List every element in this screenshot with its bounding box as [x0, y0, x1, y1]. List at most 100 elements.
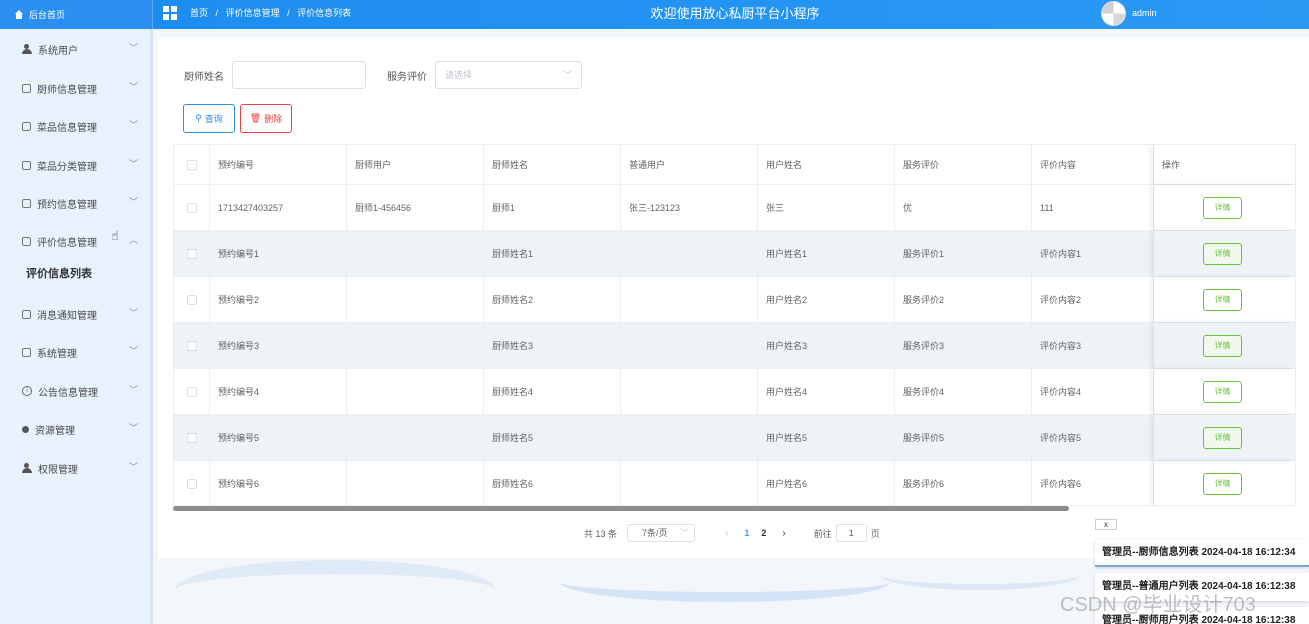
sidebar-item-system-management[interactable]: 系统管理 ﹀ — [0, 333, 150, 371]
table-cell: 预约编号6 — [210, 461, 347, 505]
chevron-down-icon: ﹀ — [128, 159, 138, 170]
dot-icon — [22, 425, 29, 433]
rating-select[interactable]: 请选择 ﹀ — [435, 61, 582, 89]
chevron-down-icon: ﹀ — [128, 423, 138, 434]
row-checkbox[interactable] — [186, 340, 197, 351]
row-checkbox[interactable] — [186, 478, 197, 489]
chevron-down-icon: ﹀ — [128, 462, 138, 473]
username[interactable]: admin — [1132, 0, 1157, 27]
row-checkbox[interactable] — [186, 386, 197, 397]
home-link[interactable]: 后台首页 — [0, 0, 153, 29]
table-cell — [621, 461, 758, 505]
table-cell: 用户姓名3 — [758, 323, 895, 368]
sidebar-item-chef-info[interactable]: 厨师信息管理 ﹀ — [0, 69, 150, 107]
select-all-checkbox[interactable] — [186, 159, 197, 170]
brand-label: 后台首页 — [29, 10, 66, 20]
sidebar-item-dish-info[interactable]: 菜品信息管理 ﹀ — [0, 107, 150, 145]
page-number[interactable]: 2 — [761, 528, 766, 538]
row-checkbox[interactable] — [186, 294, 197, 305]
sidebar-item-message-notice[interactable]: 消息通知管理 ﹀ — [0, 295, 150, 333]
sidebar-item-review-info[interactable]: 评价信息管理 ︿ — [0, 222, 150, 260]
row-checkbox-cell — [174, 323, 210, 368]
notification-item[interactable]: 管理员--厨师信息列表 2024-04-18 16:12:34 — [1095, 539, 1309, 567]
breadcrumb-review-management[interactable]: 评价信息管理 — [226, 8, 280, 18]
mouse-cursor-icon: ☝ — [111, 228, 119, 243]
row-checkbox[interactable] — [186, 248, 197, 259]
chevron-down-icon: ﹀ — [128, 82, 138, 93]
search-form: 厨师姓名 服务评价 请选择 ﹀ — [184, 61, 582, 89]
breadcrumb-separator: / — [287, 8, 290, 18]
sidebar-item-resources[interactable]: 资源管理 ﹀ — [0, 410, 150, 448]
query-button-label: 查询 — [204, 114, 223, 124]
sidebar: 系统用户 ﹀ 厨师信息管理 ﹀ 菜品信息管理 ﹀ 菜品分类管理 ﹀ 预约信息管理… — [0, 29, 153, 624]
table-cell: 用户姓名5 — [758, 415, 895, 460]
row-checkbox[interactable] — [186, 202, 197, 213]
detail-button[interactable]: 详情 — [1203, 196, 1242, 219]
detail-button[interactable]: 详情 — [1203, 242, 1242, 265]
column-header: 用户姓名 — [758, 145, 895, 184]
sidebar-item-permissions[interactable]: 权限管理 ﹀ — [0, 449, 150, 487]
query-button[interactable]: ⚲ 查询 — [183, 104, 235, 133]
detail-button[interactable]: 详情 — [1203, 334, 1242, 357]
table-cell: 厨师姓名1 — [484, 231, 621, 276]
table-row: 预约编号4 厨师姓名4 用户姓名4 服务评价4 评价内容4 详情 — [174, 369, 1295, 415]
goto-page-input[interactable]: 1 — [835, 524, 867, 542]
detail-button[interactable]: 详情 — [1203, 426, 1242, 449]
home-icon — [14, 10, 24, 19]
table-cell — [347, 231, 484, 276]
next-page-icon[interactable]: › — [782, 528, 785, 539]
table-cell: 厨师姓名5 — [484, 415, 621, 460]
table-cell: 优 — [895, 185, 1032, 230]
sidebar-item-system-users[interactable]: 系统用户 ﹀ — [0, 30, 150, 68]
prev-page-icon[interactable]: ‹ — [725, 528, 728, 539]
horizontal-scrollbar[interactable] — [173, 506, 1069, 511]
select-all-checkbox-cell — [174, 145, 210, 184]
breadcrumb-review-list: 评价信息列表 — [297, 8, 352, 18]
notification-close-button[interactable]: x — [1095, 519, 1117, 530]
sidebar-item-label: 菜品分类管理 — [37, 161, 97, 173]
page-number[interactable]: 1 — [744, 528, 749, 538]
table-cell: 服务评价3 — [895, 323, 1032, 368]
notification-text: 管理员--厨师信息列表 2024-04-18 16:12:34 — [1102, 547, 1296, 558]
sidebar-item-label: 公告信息管理 — [38, 387, 98, 399]
table-cell: 张三 — [758, 185, 895, 230]
table-cell: 评价内容5 — [1032, 415, 1154, 460]
chevron-down-icon: ﹀ — [128, 120, 138, 131]
detail-button[interactable]: 详情 — [1203, 288, 1242, 311]
page-size-select[interactable]: 7条/页 ﹀ — [627, 524, 696, 542]
delete-button[interactable]: 🗑 删除 — [240, 104, 292, 133]
info-icon: i — [22, 386, 32, 396]
table-cell: 用户姓名4 — [758, 369, 895, 414]
table-cell: 服务评价1 — [895, 231, 1032, 276]
table-cell — [621, 323, 758, 368]
row-checkbox-cell — [174, 185, 210, 230]
action-cell: 详情 — [1154, 231, 1295, 276]
table-cell: 张三-123123 — [621, 185, 758, 230]
column-header: 厨师姓名 — [484, 145, 621, 184]
row-checkbox-cell — [174, 369, 210, 414]
detail-button[interactable]: 详情 — [1203, 380, 1242, 403]
menu-grid-icon[interactable] — [163, 6, 177, 20]
table-row: 预约编号3 厨师姓名3 用户姓名3 服务评价3 评价内容3 详情 — [174, 323, 1295, 369]
table-cell: 服务评价5 — [895, 415, 1032, 460]
column-header: 厨师用户 — [347, 145, 484, 184]
row-checkbox[interactable] — [186, 432, 197, 443]
image-icon — [22, 347, 31, 357]
notification-underline — [1095, 565, 1309, 567]
sidebar-item-label: 消息通知管理 — [37, 310, 97, 322]
sidebar-subitem-review-list[interactable]: 评价信息列表 — [0, 259, 150, 289]
chef-name-input[interactable] — [232, 61, 366, 89]
row-checkbox-cell — [174, 277, 210, 322]
detail-button[interactable]: 详情 — [1203, 472, 1242, 495]
breadcrumb-home[interactable]: 首页 — [190, 8, 208, 18]
table-cell: 厨师1-456456 — [347, 185, 484, 230]
watermark: CSDN @毕业设计703 — [1060, 594, 1256, 616]
sidebar-item-booking-info[interactable]: 预约信息管理 ﹀ — [0, 184, 150, 222]
sidebar-item-announcement[interactable]: i 公告信息管理 ﹀ — [0, 372, 150, 410]
table-cell — [347, 461, 484, 505]
user-icon — [22, 44, 32, 54]
sidebar-item-dish-category[interactable]: 菜品分类管理 ﹀ — [0, 146, 150, 184]
table-cell: 服务评价6 — [895, 461, 1032, 505]
table-cell: 评价内容3 — [1032, 323, 1154, 368]
avatar[interactable] — [1101, 1, 1126, 26]
